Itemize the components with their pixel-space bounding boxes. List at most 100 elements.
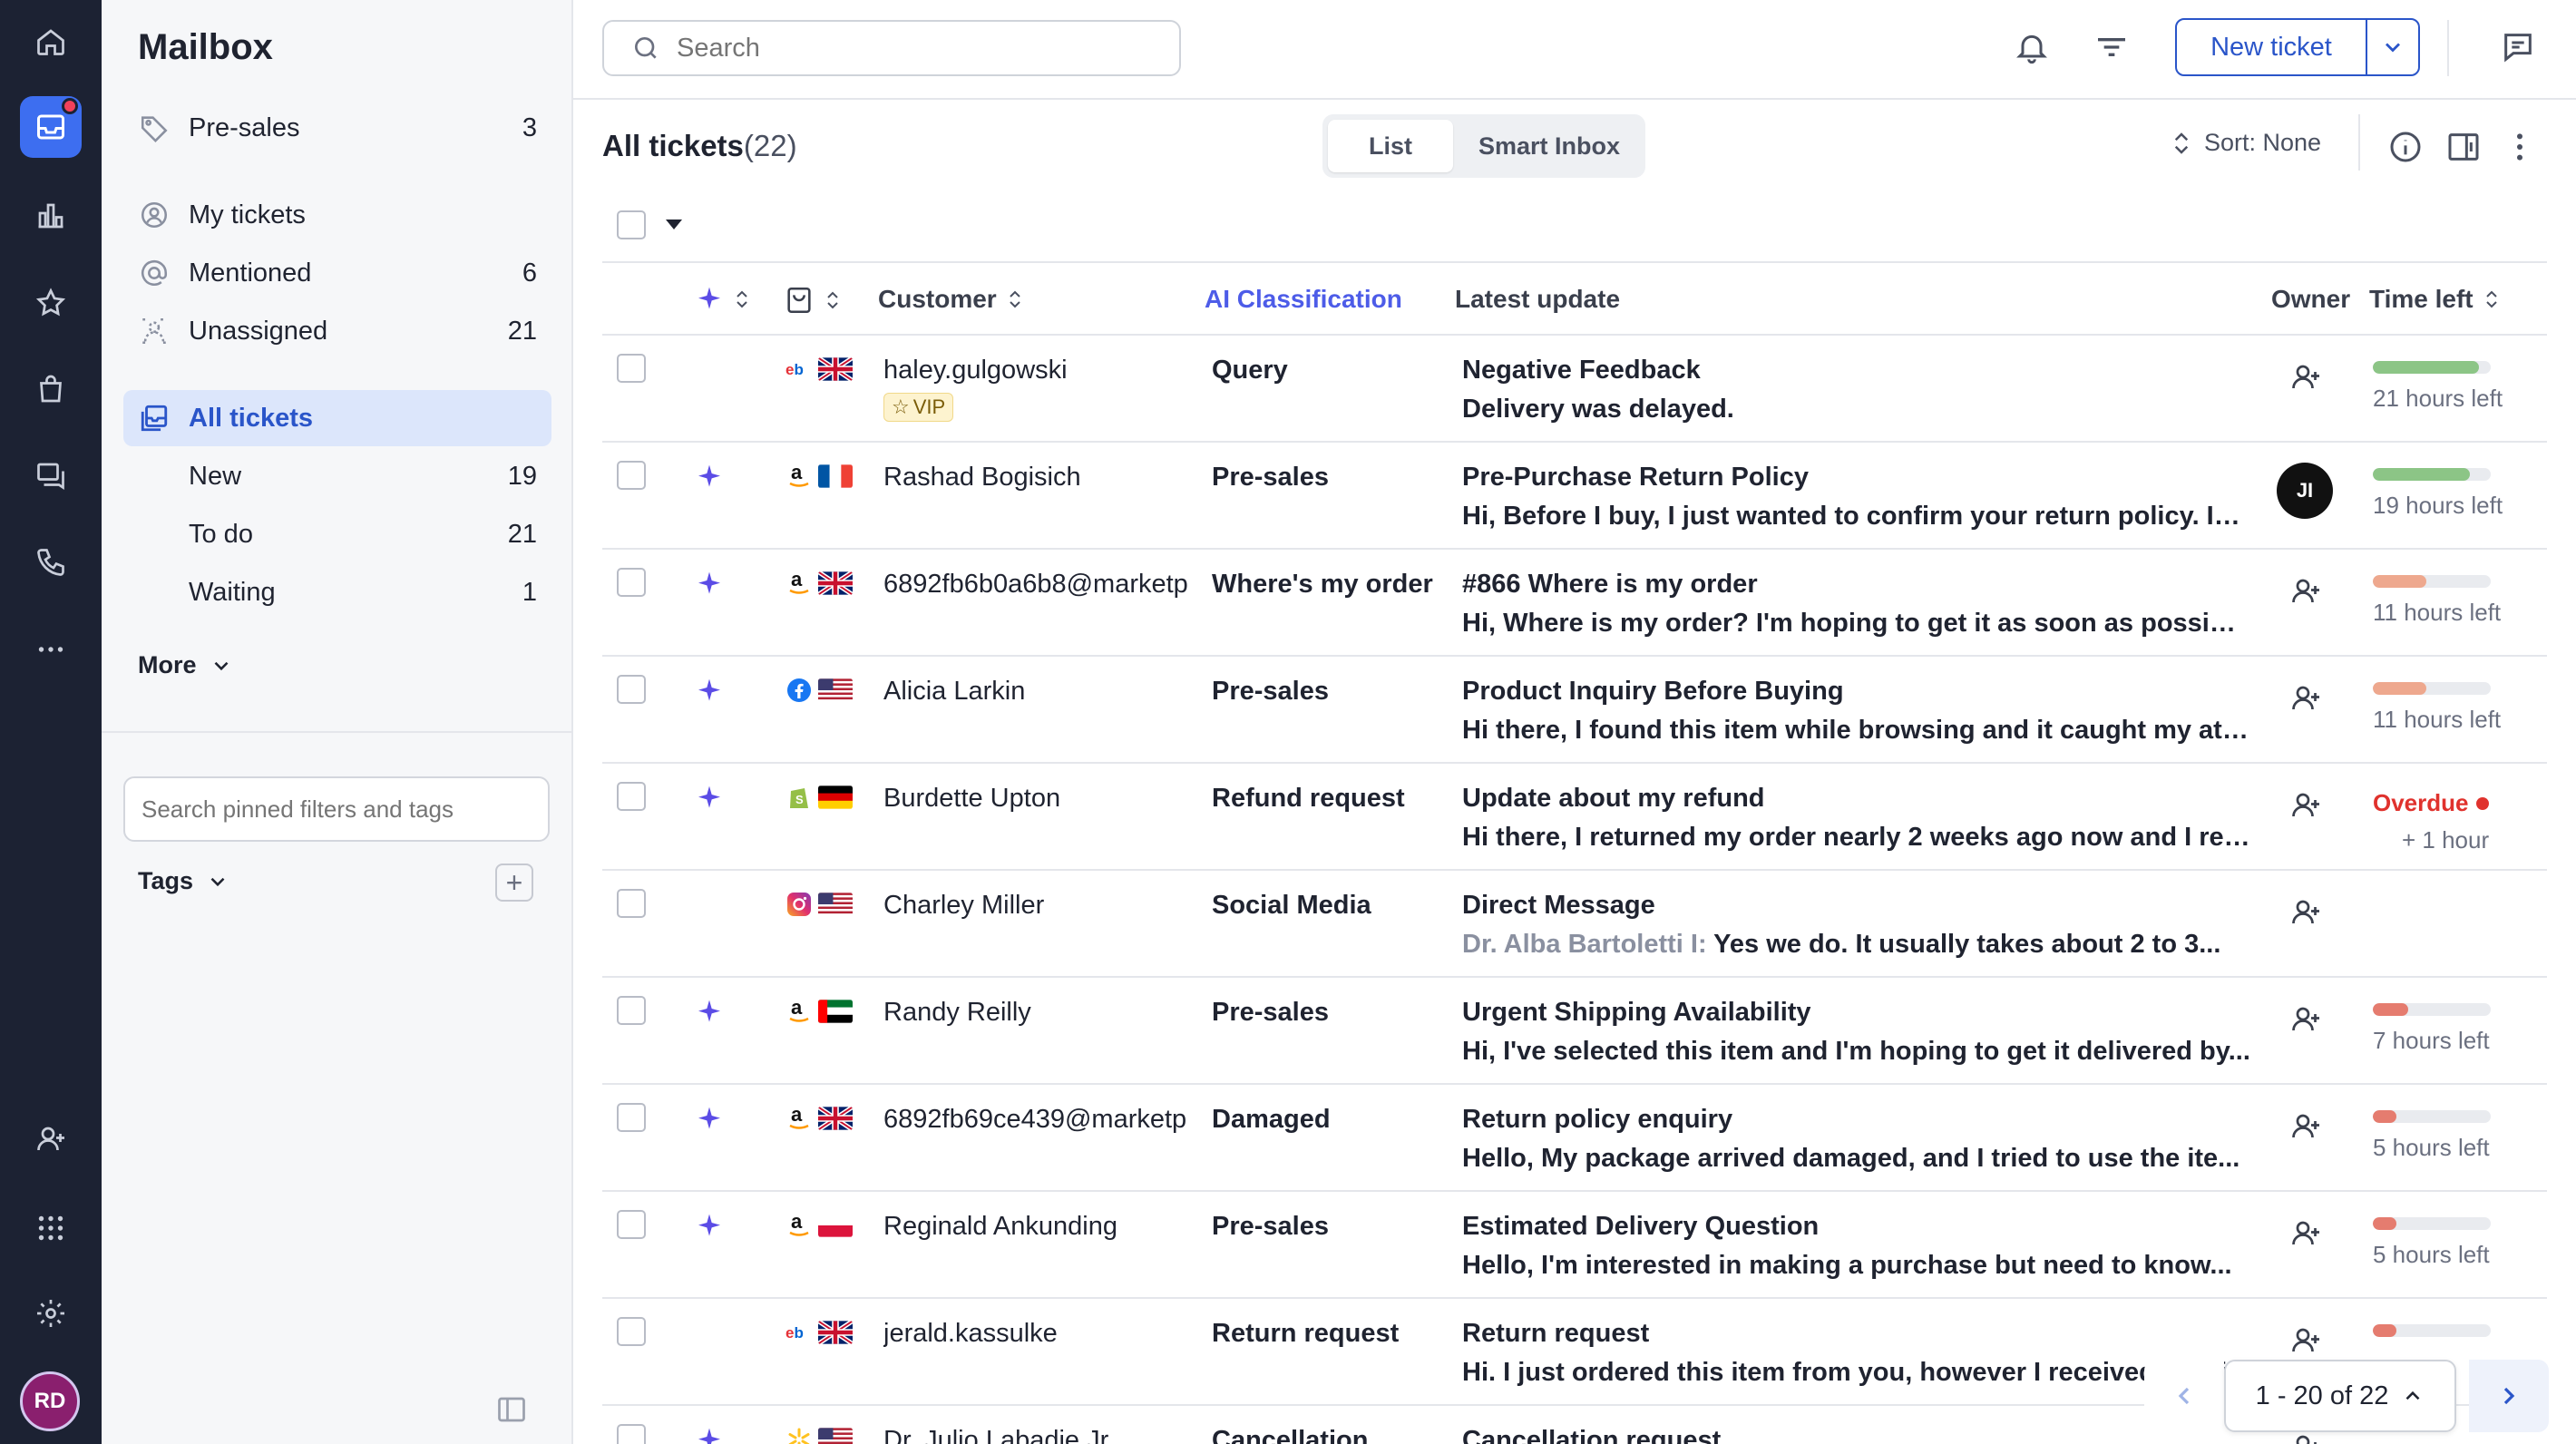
- customer-cell[interactable]: Dr. Julio Labadie Jr.: [883, 1426, 1201, 1444]
- ai-sort-header[interactable]: [695, 285, 753, 314]
- add-tag-button[interactable]: +: [495, 863, 533, 902]
- assign-owner-button[interactable]: [2289, 1217, 2326, 1254]
- assign-owner-button[interactable]: [2289, 1003, 2326, 1039]
- search-input[interactable]: [677, 33, 1148, 63]
- bell-icon[interactable]: [2014, 29, 2050, 65]
- customer-cell[interactable]: Rashad Bogisich: [883, 463, 1201, 493]
- sidebar-item-unassigned[interactable]: Unassigned 21: [123, 303, 551, 359]
- user-avatar[interactable]: RD: [20, 1371, 80, 1431]
- table-row[interactable]: a Rashad Bogisich Pre-sales Pre-Purchase Re…: [602, 443, 2547, 550]
- customer-cell[interactable]: Randy Reilly: [883, 998, 1201, 1028]
- assign-owner-button[interactable]: [2289, 1110, 2326, 1146]
- chat-icon[interactable]: [20, 444, 82, 506]
- new-ticket-dropdown[interactable]: [2367, 20, 2418, 74]
- next-page-button[interactable]: [2469, 1360, 2549, 1432]
- row-checkbox[interactable]: [617, 675, 646, 704]
- row-checkbox[interactable]: [617, 461, 646, 490]
- ai-summary-button[interactable]: [695, 1105, 724, 1134]
- home-icon[interactable]: [20, 11, 82, 73]
- page-size-selector[interactable]: 1 - 20 of 22: [2224, 1360, 2456, 1432]
- latest-update[interactable]: #866 Where is my order Hi, Where is my or…: [1462, 570, 2396, 639]
- sidebar-item-all-tickets[interactable]: All tickets: [123, 390, 551, 446]
- ai-classification-header[interactable]: AI Classification: [1205, 285, 1402, 314]
- collapse-sidebar-icon[interactable]: [495, 1393, 528, 1426]
- pinned-filters-search-input[interactable]: [123, 776, 550, 842]
- latest-update[interactable]: Urgent Shipping Availability Hi, I've sel…: [1462, 998, 2396, 1067]
- row-checkbox[interactable]: [617, 1210, 646, 1239]
- table-row[interactable]: a Randy Reilly Pre-sales Urgent Shipping Av…: [602, 978, 2547, 1085]
- star-icon[interactable]: [20, 272, 82, 334]
- sidebar-item-my-tickets[interactable]: My tickets: [123, 187, 551, 243]
- assign-owner-button[interactable]: [2289, 789, 2326, 825]
- assign-owner-button[interactable]: [2289, 1431, 2326, 1444]
- tab-list[interactable]: List: [1328, 120, 1453, 172]
- row-checkbox[interactable]: [617, 1424, 646, 1444]
- latest-update[interactable]: Product Inquiry Before Buying Hi there, I…: [1462, 677, 2396, 746]
- row-checkbox[interactable]: [617, 354, 646, 383]
- customer-cell[interactable]: Burdette Upton: [883, 784, 1201, 814]
- search-box[interactable]: [602, 20, 1181, 76]
- time-left-header[interactable]: Time left: [2369, 285, 2503, 314]
- inbox-icon[interactable]: [20, 96, 82, 158]
- row-checkbox[interactable]: [617, 1103, 646, 1132]
- message-icon[interactable]: [2500, 29, 2536, 65]
- filter-icon[interactable]: [2093, 29, 2130, 65]
- customer-header[interactable]: Customer: [878, 285, 1026, 314]
- assign-owner-button[interactable]: [2289, 575, 2326, 611]
- select-all-checkbox[interactable]: [617, 210, 646, 239]
- owner-avatar[interactable]: JI: [2277, 463, 2333, 519]
- sidebar-subitem-to-do[interactable]: To do 21: [123, 506, 551, 562]
- tab-smart-inbox[interactable]: Smart Inbox: [1459, 120, 1640, 172]
- settings-icon[interactable]: [20, 1283, 82, 1344]
- row-checkbox[interactable]: [617, 1317, 646, 1346]
- row-checkbox[interactable]: [617, 889, 646, 918]
- source-sort-header[interactable]: [784, 285, 844, 316]
- more-toggle[interactable]: More: [138, 651, 233, 679]
- bag-icon[interactable]: [20, 359, 82, 421]
- latest-update[interactable]: Direct Message Dr. Alba Bartoletti I: Yes…: [1462, 891, 2396, 960]
- row-checkbox[interactable]: [617, 782, 646, 811]
- table-row[interactable]: S Burdette Upton Refund request Update abou…: [602, 764, 2547, 871]
- kebab-menu-icon[interactable]: [2502, 129, 2538, 165]
- sidebar-item-mentioned[interactable]: Mentioned 6: [123, 245, 551, 301]
- latest-update[interactable]: Update about my refund Hi there, I return…: [1462, 784, 2396, 853]
- info-icon[interactable]: [2387, 129, 2424, 165]
- customer-cell[interactable]: jerald.kassulke: [883, 1319, 1201, 1349]
- latest-update[interactable]: Negative Feedback Delivery was delayed.: [1462, 356, 2396, 424]
- ai-summary-button[interactable]: [695, 677, 724, 706]
- customer-cell[interactable]: Alicia Larkin: [883, 677, 1201, 707]
- chart-icon[interactable]: [20, 185, 82, 247]
- table-row[interactable]: a Reginald Ankunding Pre-sales Estimated De…: [602, 1192, 2547, 1299]
- ai-summary-button[interactable]: [695, 463, 724, 492]
- ai-summary-button[interactable]: [695, 570, 724, 599]
- table-row[interactable]: eb haley.gulgowski ☆ VIP Query Negative Feedb…: [602, 336, 2547, 443]
- customer-cell[interactable]: haley.gulgowski ☆ VIP: [883, 356, 1201, 422]
- customer-cell[interactable]: 6892fb69ce439@marketp: [883, 1105, 1201, 1135]
- table-row[interactable]: a 6892fb6b0a6b8@marketp Where's my order #8…: [602, 550, 2547, 657]
- sidebar-subitem-waiting[interactable]: Waiting 1: [123, 564, 551, 620]
- latest-update[interactable]: Return policy enquiry Hello, My package a…: [1462, 1105, 2396, 1174]
- assign-owner-button[interactable]: [2289, 896, 2326, 932]
- ai-summary-button[interactable]: [695, 1212, 724, 1241]
- ai-summary-button[interactable]: [695, 784, 724, 813]
- tags-toggle[interactable]: Tags: [138, 867, 229, 895]
- latest-update[interactable]: Estimated Delivery Question Hello, I'm in…: [1462, 1212, 2396, 1281]
- table-row[interactable]: Charley Miller Social Media Direct Message…: [602, 871, 2547, 978]
- customer-cell[interactable]: Reginald Ankunding: [883, 1212, 1201, 1242]
- table-row[interactable]: Alicia Larkin Pre-sales Product Inquiry Be…: [602, 657, 2547, 764]
- previous-page-button[interactable]: [2144, 1360, 2224, 1432]
- assign-owner-button[interactable]: [2289, 682, 2326, 718]
- new-ticket-button[interactable]: New ticket: [2177, 20, 2367, 74]
- row-checkbox[interactable]: [617, 568, 646, 597]
- ai-summary-button[interactable]: [695, 998, 724, 1027]
- latest-update[interactable]: Pre-Purchase Return Policy Hi, Before I b…: [1462, 463, 2396, 532]
- columns-layout-icon[interactable]: [2445, 129, 2482, 165]
- customer-cell[interactable]: 6892fb6b0a6b8@marketp: [883, 570, 1201, 600]
- ai-summary-button[interactable]: [695, 1426, 724, 1444]
- customer-cell[interactable]: Charley Miller: [883, 891, 1201, 921]
- assign-owner-button[interactable]: [2289, 361, 2326, 397]
- table-row[interactable]: a 6892fb69ce439@marketp Damaged Return poli…: [602, 1085, 2547, 1192]
- phone-icon[interactable]: [20, 532, 82, 593]
- caret-down-icon[interactable]: [666, 220, 682, 229]
- row-checkbox[interactable]: [617, 996, 646, 1025]
